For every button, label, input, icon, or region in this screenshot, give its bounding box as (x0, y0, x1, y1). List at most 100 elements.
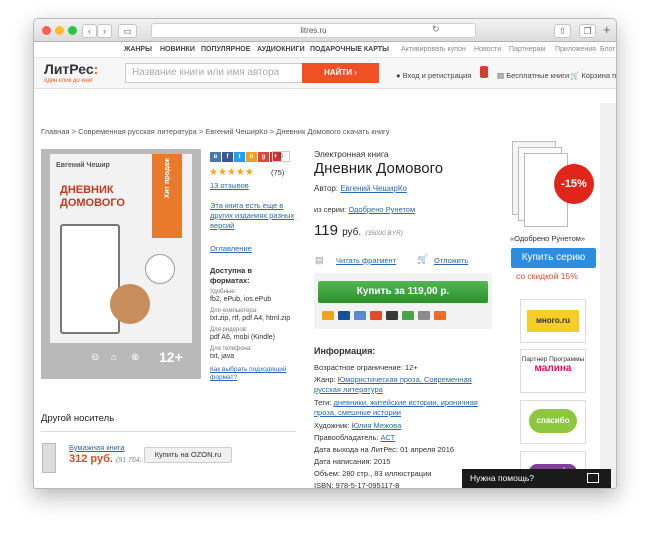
genre-links[interactable]: Юмористическая проза, Современная русска… (314, 375, 472, 394)
price-row: 119 руб. (35000 BYR) (314, 222, 403, 239)
rights-link[interactable]: АСТ (381, 433, 396, 442)
share-icon[interactable]: ⇧ (554, 24, 571, 38)
info-volume: Объем: 280 стр., 83 иллюстрации (314, 469, 432, 478)
cart-icon: 🛒 (570, 71, 580, 80)
nav-blog[interactable]: Блог (600, 46, 615, 53)
buy-series-button[interactable]: Купить серию (511, 248, 596, 268)
formats-title: Доступна в форматах: (210, 266, 253, 285)
user-icon: ● (396, 71, 401, 80)
series-discount-text: со скидкой 15% (516, 271, 578, 281)
author-row: Автор: Евгений ЧеширКо (314, 184, 407, 193)
info-tags: Теги: дневники, житейские истории, ирони… (314, 398, 478, 417)
address-bar[interactable]: litres.ru (151, 23, 476, 38)
nav-apps[interactable]: Приложения (555, 46, 596, 53)
book-cover-image[interactable]: Евгений Чешир ДНЕВНИК ДОМОВОГО Хит прода… (50, 154, 192, 343)
nav-gift-cards[interactable]: ПОДАРОЧНЫЕ КАРТЫ (310, 46, 389, 53)
tag-links[interactable]: дневники, житейские истории, ироничная п… (314, 398, 478, 417)
info-written: Дата написания: 2015 (314, 457, 391, 466)
help-chat-widget[interactable]: Нужна помощь? (462, 469, 611, 488)
tabs-icon[interactable]: ❐ (579, 24, 596, 38)
twitter-share-icon[interactable]: t (234, 152, 245, 162)
buy-ozon-button[interactable]: Купить на OZON.ru (144, 447, 232, 463)
format-help-link[interactable]: Как выбрать подходящий формат? (210, 366, 290, 382)
toc-link[interactable]: Оглавление (210, 244, 252, 253)
forward-button[interactable]: › (97, 24, 112, 38)
facebook-share-icon[interactable]: f (222, 152, 233, 162)
rating-stars[interactable]: ★★★★★ (209, 167, 254, 178)
defer-link[interactable]: Отложить (434, 256, 468, 265)
spasibo-banner[interactable]: спасибо (520, 400, 586, 444)
price-value: 119 (314, 222, 338, 239)
author-link[interactable]: Евгений ЧеширКо (340, 184, 407, 193)
nav-partners[interactable]: Партнерам (509, 46, 545, 53)
nav-news[interactable]: Новости (474, 46, 501, 53)
formats-convenient-value[interactable]: fb2, ePub, ios.ePub (210, 296, 271, 303)
nav-popular[interactable]: ПОПУЛЯРНОЕ (201, 46, 250, 53)
book-cover-panel: Евгений Чешир ДНЕВНИК ДОМОВОГО Хит прода… (41, 149, 201, 379)
cart-icon: 🛒 (417, 254, 429, 264)
paper-book-link[interactable]: Бумажная книга (69, 443, 125, 452)
nav-new[interactable]: НОВИНКИ (160, 46, 195, 53)
nav-audiobooks[interactable]: АУДИОКНИГИ (257, 46, 305, 53)
nav-activate-coupon[interactable]: Активировать купон (401, 46, 466, 53)
formats-convenient-label: Удобные: (210, 289, 237, 295)
home-icon[interactable]: ⌂ (111, 352, 117, 363)
sms-payment-icon (434, 311, 446, 320)
info-isbn: ISBN: 978-5-17-095117-8 (314, 481, 400, 489)
yandex-money-icon (370, 311, 382, 320)
login-link[interactable]: ● Вход и регистрация (396, 71, 471, 80)
formats-phone-label: Для телефона: (210, 346, 252, 352)
series-name: «Одобрено Рунетом» (510, 234, 586, 243)
formats-computer-value[interactable]: txt.zip, rtf, pdf A4, html.zip (210, 315, 290, 322)
google-share-icon[interactable]: g (258, 152, 269, 162)
maximize-window-button[interactable] (68, 26, 77, 35)
rating-count: (75) (271, 168, 285, 177)
search-button[interactable]: НАЙТИ › (302, 63, 379, 83)
browser-window: ‹ › ▭ litres.ru ↻ ⇧ ❐ + ЖАНРЫ НОВИНКИ ПО… (33, 18, 617, 489)
cover-character (110, 284, 150, 324)
reviews-link[interactable]: 13 отзывов (210, 181, 249, 190)
arrow-right-icon: › (354, 68, 357, 77)
mnogo-banner[interactable]: много.ru (520, 299, 586, 343)
odnoklassniki-share-icon[interactable]: о (246, 152, 257, 162)
formats-phone-value[interactable]: txt, java (210, 353, 234, 360)
formats-readers-value[interactable]: pdf A6, mobi (Kindle) (210, 334, 275, 341)
new-tab-icon[interactable]: + (603, 22, 611, 37)
info-age: Возрастное ограничение: 12+ (314, 363, 418, 372)
breadcrumb[interactable]: Главная > Современная русская литература… (41, 127, 390, 136)
qiwi-icon (354, 311, 366, 320)
back-button[interactable]: ‹ (82, 24, 97, 38)
vk-share-icon[interactable]: в (210, 152, 221, 162)
litres-logo[interactable]: ЛитРес: (44, 61, 98, 77)
zoom-in-icon[interactable]: ⊕ (131, 352, 139, 363)
buy-button[interactable]: Купить за 119,00 р. (318, 281, 488, 303)
read-fragment-link[interactable]: Читать фрагмент (336, 256, 396, 265)
paypal-icon (402, 311, 414, 320)
other-editions-link[interactable]: Эта книга есть еще в других изданиях раз… (210, 201, 302, 231)
malina-banner[interactable]: Партнер Программы малина (520, 349, 586, 393)
zoom-out-icon[interactable]: ⊖ (91, 352, 99, 363)
free-books-link[interactable]: ▤ Бесплатные книги (497, 71, 569, 80)
scrollbar[interactable] (600, 103, 616, 488)
artist-link[interactable]: Юлия Межова (352, 421, 402, 430)
paper-book-thumbnail[interactable] (42, 443, 56, 473)
search-input[interactable]: Название книги или имя автора (125, 63, 303, 83)
info-artist: Художник: Юлия Межова (314, 421, 402, 430)
minimize-window-button[interactable] (55, 26, 64, 35)
close-window-button[interactable] (42, 26, 51, 35)
read-fragment-icon: ▤ (315, 255, 324, 265)
cover-author: Евгений Чешир (56, 162, 110, 169)
bestseller-badge: Хит продаж (152, 154, 182, 238)
nav-genres[interactable]: ЖАНРЫ (124, 46, 152, 53)
info-title: Информация: (314, 346, 376, 356)
cover-title: ДНЕВНИК ДОМОВОГО (60, 184, 125, 209)
visa-icon (338, 311, 350, 320)
gift-icon (480, 66, 488, 78)
series-link[interactable]: Одобрено Рунетом (348, 205, 415, 214)
discount-badge: -15% (554, 164, 594, 204)
sidebar-toggle-icon[interactable]: ▭ (118, 24, 137, 38)
formats-readers-label: Для ридеров: (210, 327, 248, 333)
book-type: Электронная книга (314, 149, 389, 159)
cart-link[interactable]: 🛒 Корзина пу (570, 71, 616, 80)
reload-icon[interactable]: ↻ (432, 24, 440, 35)
